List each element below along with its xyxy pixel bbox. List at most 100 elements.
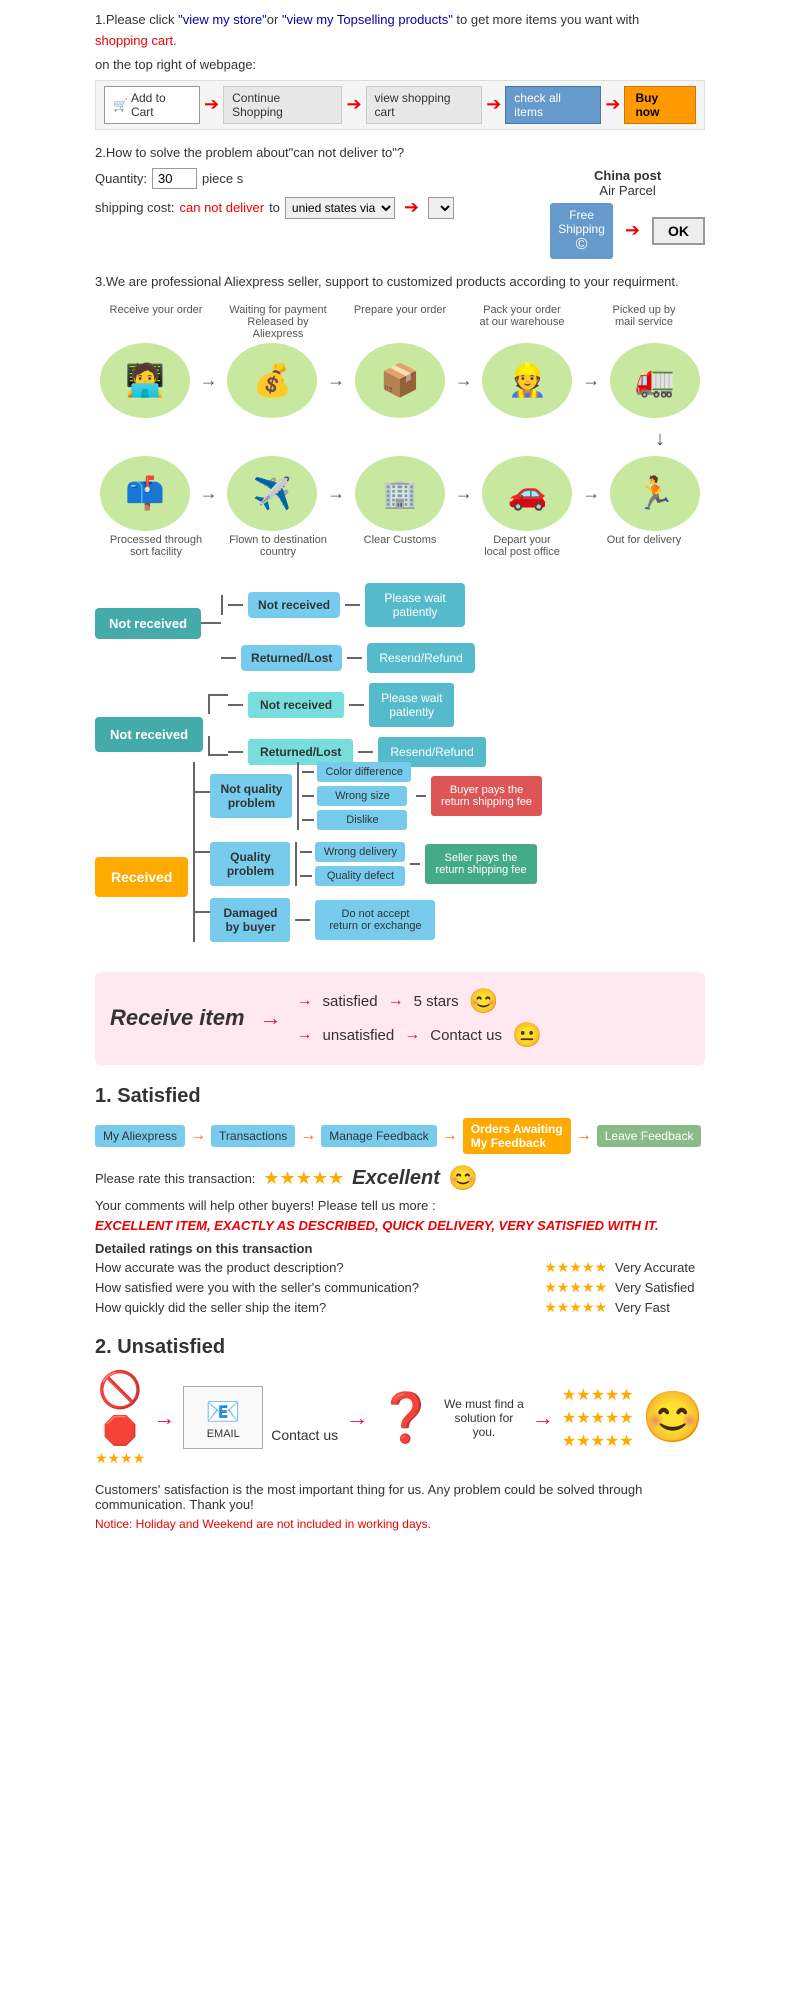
- free-shipping-box: Free Shipping ©: [550, 203, 613, 259]
- fb-arrow-2: →: [300, 1127, 316, 1145]
- free-shipping-arrow: ➔: [625, 220, 640, 241]
- satisfied-section: 1. Satisfied My Aliexpress → Transaction…: [95, 1085, 705, 1316]
- flow-arrow-h-3: →: [455, 370, 473, 391]
- smiley-big: 😊: [642, 1388, 704, 1447]
- qty-input[interactable]: [152, 168, 197, 189]
- color-diff: Color difference: [317, 762, 410, 782]
- satisfy-arrow-unsat: →: [297, 1026, 313, 1044]
- flow-label-9: Flown to destinationcountry: [223, 534, 333, 558]
- dr-row-2: How satisfied were you with the seller's…: [95, 1279, 705, 1296]
- shopping-cart-link: shopping cart.: [95, 33, 177, 48]
- view-store-link[interactable]: "view my store": [178, 12, 267, 27]
- received-main-box: Received: [95, 857, 188, 897]
- cart-step-view: view shopping cart: [366, 86, 483, 124]
- quality-defect: Quality defect: [315, 866, 405, 886]
- detailed-title: Detailed ratings on this transaction: [95, 1241, 705, 1256]
- to-text: to: [269, 200, 280, 215]
- nr-connector: [201, 622, 221, 624]
- cannot-deliver-text: can not deliver: [180, 200, 265, 215]
- dr-stars-3: ★★★★★: [544, 1299, 607, 1316]
- flow-label-4: Pack your orderat our warehouse: [467, 304, 577, 340]
- flow-arrow-h-5: →: [582, 483, 600, 504]
- nr-issue-1: Not received: [248, 592, 340, 618]
- fb-step-manage: Manage Feedback: [321, 1125, 436, 1147]
- satisfied-text: satisfied: [323, 993, 378, 1010]
- continue-shopping-label: Continue Shopping: [223, 86, 342, 124]
- not-received-sub: Not received: [248, 692, 344, 718]
- china-post-label: China post Air Parcel: [550, 168, 705, 198]
- dr-result-1: Very Accurate: [615, 1260, 705, 1275]
- dr-label-2: How satisfied were you with the seller's…: [95, 1280, 536, 1295]
- fb-step-leave: Leave Feedback: [597, 1125, 702, 1147]
- cart-steps-bar: 🛒 Add to Cart ➔ Continue Shopping ➔ view…: [95, 80, 705, 130]
- not-received-label: Not received: [95, 717, 203, 752]
- flow-icon-6: 🏃: [610, 456, 700, 531]
- flow-icon-5: 🚛: [610, 343, 700, 418]
- unsatisfied-section: 2. Unsatisfied 🚫 🛑 ★★★★ → 📧 EMAIL Contac…: [95, 1336, 705, 1531]
- star-row-3: ★★★★★: [562, 1431, 634, 1451]
- seller-pays: Seller pays thereturn shipping fee: [425, 844, 536, 884]
- contact-us-text: Contact us: [430, 1027, 502, 1044]
- damaged-box: Damagedby buyer: [210, 898, 290, 942]
- comments-text: Your comments will help other buyers! Pl…: [95, 1198, 705, 1213]
- arrow-3: ➔: [486, 94, 501, 115]
- email-icon: 📧: [206, 1395, 241, 1428]
- star-row-1: ★★★★★: [562, 1385, 634, 1405]
- find-solution-text: We must find a solution for you.: [444, 1397, 524, 1439]
- step2-left: Quantity: piece s shipping cost: can not…: [95, 168, 530, 219]
- wrong-delivery: Wrong delivery: [315, 842, 405, 862]
- no-sign-icon: 🚫: [98, 1369, 143, 1411]
- order-flow-diagram: Receive your order Waiting for paymentRe…: [95, 304, 705, 558]
- country-select[interactable]: unied states via: [285, 197, 395, 219]
- no-return: Do not acceptreturn or exchange: [315, 900, 435, 940]
- arrow-4: ➔: [605, 94, 620, 115]
- excellent-smiley: 😊: [448, 1164, 478, 1193]
- flow-label-3: Prepare your order: [345, 304, 455, 340]
- happy-face: 😊: [469, 987, 499, 1016]
- flow-arrow-h-7: →: [327, 483, 345, 504]
- flow-arrow-h-8: →: [200, 483, 218, 504]
- satisfy-arrow-stars: →: [388, 992, 404, 1010]
- star-row-2: ★★★★★: [562, 1408, 634, 1428]
- flow-icon-4: 👷: [482, 343, 572, 418]
- satisfaction-section: Receive item → → satisfied → 5 stars 😊 →…: [95, 972, 705, 1065]
- unsat-arrow-1: →: [153, 1405, 175, 1431]
- fb-arrow-1: →: [190, 1127, 206, 1145]
- quantity-row: Quantity: piece s: [95, 168, 530, 189]
- flow-arrow-h-2: →: [327, 370, 345, 391]
- unsat-arrow-2: →: [346, 1405, 368, 1431]
- not-received-main-box: Not received: [95, 608, 201, 639]
- satisfied-title: 1. Satisfied: [95, 1085, 705, 1108]
- buyer-pays: Buyer pays thereturn shipping fee: [431, 776, 542, 816]
- flow-label-7: Depart yourlocal post office: [467, 534, 577, 558]
- dr-label-1: How accurate was the product description…: [95, 1260, 536, 1275]
- step2-title: 2.How to solve the problem about"can not…: [95, 145, 705, 160]
- contact-us-unsat: Contact us: [271, 1427, 338, 1443]
- unsatisfied-title: 2. Unsatisfied: [95, 1336, 705, 1359]
- shipping-row: shipping cost: can not deliver to unied …: [95, 197, 530, 219]
- unsatisfied-text: unsatisfied: [323, 1027, 395, 1044]
- flow-label-6: Out for delivery: [589, 534, 699, 558]
- nr-result-1: Please waitpatiently: [365, 583, 465, 627]
- view-topselling-link[interactable]: "view my Topselling products": [282, 12, 453, 27]
- buy-now-label: Buy now: [624, 86, 696, 124]
- satisfy-arrow-contact: →: [404, 1026, 420, 1044]
- flow-icon-8: 🏢: [355, 456, 445, 531]
- shipping-method-select[interactable]: [428, 197, 454, 219]
- fb-arrow-3: →: [442, 1127, 458, 1145]
- dr-label-3: How quickly did the seller ship the item…: [95, 1300, 536, 1315]
- flow-label-2: Waiting for paymentReleased by Aliexpres…: [223, 304, 333, 340]
- flow-icon-1: 🧑‍💻: [100, 343, 190, 418]
- add-to-cart-label: 🛒 Add to Cart: [104, 86, 200, 124]
- flow-icon-9: ✈️: [227, 456, 317, 531]
- receive-item-title: Receive item: [110, 1005, 245, 1031]
- dislike: Dislike: [317, 810, 407, 830]
- ok-button[interactable]: OK: [652, 217, 705, 245]
- fb-step-myali: My Aliexpress: [95, 1125, 185, 1147]
- step1-section: 1.Please click "view my store"or "view m…: [95, 10, 705, 130]
- cart-step-continue: Continue Shopping: [223, 86, 342, 124]
- detailed-ratings: Detailed ratings on this transaction How…: [95, 1241, 705, 1316]
- fb-arrow-4: →: [576, 1127, 592, 1145]
- step1-subtext: on the top right of webpage:: [95, 57, 705, 72]
- flow-arrow-h-6: →: [455, 483, 473, 504]
